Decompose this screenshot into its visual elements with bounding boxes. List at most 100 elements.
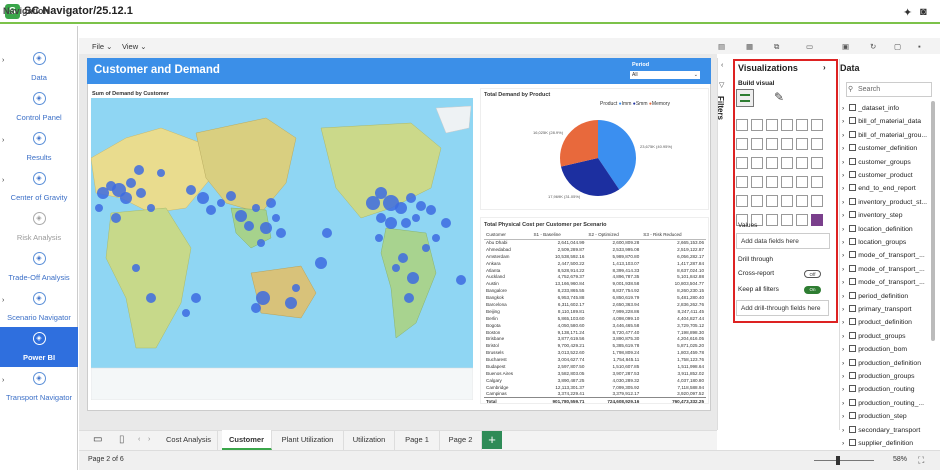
data-table-item[interactable]: › end_to_end_report bbox=[842, 184, 916, 192]
data-scrollbar[interactable] bbox=[931, 101, 935, 341]
page-tab-customer[interactable]: Customer bbox=[222, 430, 272, 450]
visual-type-icon[interactable] bbox=[796, 195, 808, 207]
desktop-view-icon[interactable]: ▭ bbox=[93, 434, 102, 445]
data-table-item[interactable]: › customer_definition bbox=[842, 144, 917, 152]
data-table-item[interactable]: › supplier_definition bbox=[842, 439, 913, 447]
demand-bubble[interactable] bbox=[111, 213, 121, 223]
zoom-slider-handle[interactable] bbox=[836, 456, 840, 465]
expand-icon[interactable]: › bbox=[842, 440, 844, 447]
visual-type-icon[interactable] bbox=[811, 138, 823, 150]
demand-bubble[interactable] bbox=[426, 205, 436, 215]
table-row[interactable]: Cambridge 12,113,301.37 7,099,305.92 7,118,… bbox=[484, 384, 706, 391]
demand-bubble[interactable] bbox=[375, 187, 387, 199]
nav-item-control-panel[interactable]: ◈ Control Panel bbox=[0, 87, 78, 127]
demand-bubble[interactable] bbox=[147, 204, 155, 212]
visual-type-icon[interactable] bbox=[811, 119, 823, 131]
visual-type-icon[interactable] bbox=[766, 176, 778, 188]
data-table-item[interactable]: › production_groups bbox=[842, 372, 915, 380]
visual-type-icon[interactable] bbox=[751, 138, 763, 150]
table-row[interactable]: Bangalore 8,233,865.55 8,837,754.92 8,260,2… bbox=[484, 287, 706, 294]
page-tab-utilization[interactable]: Utilization bbox=[344, 430, 395, 450]
nav-item-risk-analysis[interactable]: ◈ Risk Analysis bbox=[0, 207, 78, 247]
demand-bubble[interactable] bbox=[266, 198, 276, 208]
demand-bubble[interactable] bbox=[375, 234, 383, 242]
file-menu[interactable]: File ⌄ bbox=[92, 42, 112, 51]
format-visual-icon[interactable]: ✎ bbox=[774, 90, 784, 104]
expand-icon[interactable]: › bbox=[842, 118, 844, 125]
toolbar-icon-2[interactable]: ▦ bbox=[746, 42, 753, 51]
demand-bubble[interactable] bbox=[244, 221, 254, 231]
powerbi-visual-icon[interactable] bbox=[811, 214, 823, 226]
demand-bubble[interactable] bbox=[385, 217, 397, 229]
data-table-item[interactable]: › bill_of_material_grou... bbox=[842, 130, 927, 139]
expand-filters-icon[interactable]: ‹ bbox=[721, 62, 723, 69]
visual-type-icon[interactable] bbox=[766, 119, 778, 131]
data-table-item[interactable]: › production_step bbox=[842, 412, 907, 420]
expand-icon[interactable]: › bbox=[842, 346, 844, 353]
demand-bubble[interactable] bbox=[235, 210, 247, 222]
expand-icon[interactable]: › bbox=[842, 252, 844, 259]
visual-type-icon[interactable] bbox=[766, 138, 778, 150]
data-table-item[interactable]: › location_groups bbox=[842, 238, 906, 246]
data-table-item[interactable]: › mode_of_transport_... bbox=[842, 278, 925, 286]
data-table-item[interactable]: › primary_transport bbox=[842, 305, 912, 313]
demand-bubble[interactable] bbox=[206, 205, 216, 215]
visual-type-icon[interactable] bbox=[736, 195, 748, 207]
visual-type-icon[interactable] bbox=[766, 157, 778, 169]
nav-item-transport-navigator[interactable]: › ◈ Transport Navigator bbox=[0, 367, 78, 407]
visual-type-icon[interactable] bbox=[796, 176, 808, 188]
expand-icon[interactable]: › bbox=[842, 413, 844, 420]
expand-icon[interactable]: › bbox=[842, 373, 844, 380]
col-s1[interactable]: S1 - Baseline bbox=[531, 230, 587, 240]
add-page-button[interactable]: + bbox=[482, 431, 502, 449]
pie-chart[interactable]: 16,025K (28.9%) 23,675K (40.95%) 17,969K… bbox=[480, 106, 709, 210]
demand-bubble[interactable] bbox=[251, 303, 261, 313]
expand-icon[interactable]: › bbox=[842, 105, 844, 112]
tab-scroll-right-icon[interactable]: › bbox=[148, 436, 150, 443]
visual-type-icon[interactable] bbox=[766, 195, 778, 207]
expand-icon[interactable]: › bbox=[842, 279, 844, 286]
visual-type-icon[interactable] bbox=[751, 119, 763, 131]
demand-bubble[interactable] bbox=[134, 165, 144, 175]
visual-type-icon[interactable] bbox=[811, 157, 823, 169]
pin-icon[interactable]: ✦ bbox=[903, 6, 912, 19]
table-row[interactable]: Austin 13,166,960.84 9,001,938.58 10,803,50… bbox=[484, 280, 706, 287]
table-row[interactable]: Ahmedabad 2,509,289.87 2,533,995.08 2,519,1… bbox=[484, 246, 706, 253]
visual-type-icon[interactable] bbox=[781, 138, 793, 150]
table-row[interactable]: Budapest 2,597,807.50 1,510,607.85 1,511,99… bbox=[484, 363, 706, 370]
demand-bubble[interactable] bbox=[456, 275, 466, 285]
save-icon[interactable]: ▪ bbox=[918, 42, 921, 51]
nav-item-data[interactable]: › ◈ Data bbox=[0, 47, 78, 87]
table-row[interactable]: Ankara 2,447,500.22 1,413,103.07 1,417,287.… bbox=[484, 260, 706, 267]
data-table-item[interactable]: › product_definition bbox=[842, 318, 912, 326]
demand-bubble[interactable] bbox=[285, 297, 297, 309]
visual-type-icon[interactable] bbox=[751, 176, 763, 188]
camera-icon[interactable]: ◙ bbox=[920, 6, 927, 18]
demand-bubble[interactable] bbox=[376, 213, 386, 223]
visual-type-icon[interactable] bbox=[736, 138, 748, 150]
expand-icon[interactable]: › bbox=[842, 266, 844, 273]
data-table-item[interactable]: › production_definition bbox=[842, 358, 921, 367]
demand-bubble[interactable] bbox=[136, 188, 146, 198]
page-tab-cost-analysis[interactable]: Cost Analysis bbox=[160, 430, 218, 450]
demand-bubble[interactable] bbox=[406, 193, 416, 203]
demand-bubble[interactable] bbox=[322, 228, 332, 238]
toolbar-icon-3[interactable]: ⧉ bbox=[774, 42, 779, 52]
visual-type-icon[interactable] bbox=[781, 157, 793, 169]
col-s3[interactable]: S3 - Risk Reduced bbox=[641, 230, 706, 240]
col-customer[interactable]: Customer bbox=[484, 230, 532, 240]
demand-bubble[interactable] bbox=[315, 257, 327, 269]
table-row[interactable]: Bucharest 3,004,627.74 1,754,845.11 1,758,1… bbox=[484, 356, 706, 363]
expand-icon[interactable]: › bbox=[842, 159, 844, 166]
build-visual-icon[interactable] bbox=[736, 89, 754, 107]
visual-type-icon[interactable] bbox=[751, 157, 763, 169]
demand-bubble[interactable] bbox=[416, 201, 426, 211]
demand-bubble[interactable] bbox=[398, 253, 408, 263]
table-row[interactable]: Auckland 4,752,679.37 4,896,787.35 5,101,84… bbox=[484, 273, 706, 280]
drill-through-well[interactable]: Add drill-through fields here bbox=[736, 300, 829, 316]
visual-type-icon[interactable] bbox=[781, 176, 793, 188]
data-table-item[interactable]: › _dataset_info bbox=[842, 104, 899, 112]
table-row[interactable]: Boston 9,138,171.24 8,720,477.40 7,198,898.… bbox=[484, 329, 706, 336]
data-table-item[interactable]: › period_definition bbox=[842, 291, 908, 300]
view-menu[interactable]: View ⌄ bbox=[122, 42, 147, 51]
